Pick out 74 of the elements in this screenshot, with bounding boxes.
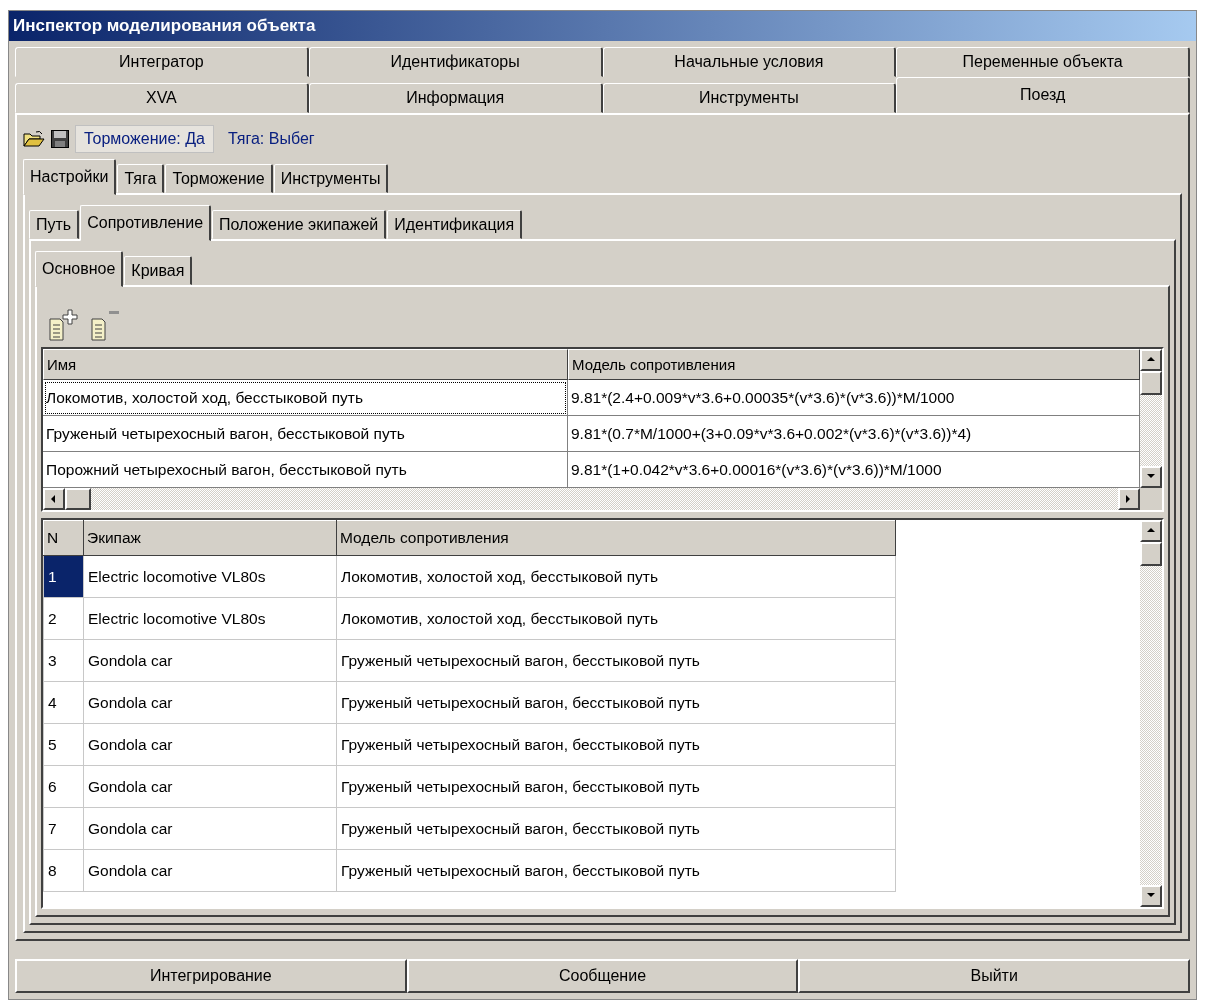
tab[interactable]: Начальные условия [602,47,897,77]
column-header[interactable]: Модель сопротивления [568,349,1140,380]
table-cell[interactable]: Локомотив, холостой ход, бесстыковой путь [43,380,568,416]
tab[interactable]: Инструменты [602,83,897,113]
row-number[interactable]: 2 [43,597,84,640]
tab[interactable]: XVA [15,83,309,113]
table-cell: Локомотив, холостой ход, бесстыковой путь [336,597,896,640]
column-header[interactable]: Экипаж [83,520,337,556]
scrollbar-corner [1140,488,1162,510]
table-cell: Груженый четырехосный вагон, бесстыковой путь [336,765,896,808]
table-cell: Gondola car [83,681,337,724]
open-folder-icon[interactable] [23,130,45,148]
scroll-down-button[interactable] [1140,466,1162,488]
scroll-up-button[interactable] [1140,349,1162,371]
remove-document-icon[interactable] [91,309,121,341]
table-cell: Груженый четырехосный вагон, бесстыковой путь [336,681,896,724]
table-cell: Груженый четырехосный вагон, бесстыковой путь [336,849,896,892]
scrollbar-thumb[interactable] [65,488,91,510]
scroll-up-button[interactable] [1140,520,1162,542]
table-cell[interactable]: Груженый четырехосный вагон, бесстыковой путь [43,416,568,452]
column-header[interactable]: N [43,520,84,556]
tab[interactable]: Основное [35,251,124,287]
tab[interactable]: Кривая [124,256,193,285]
status-label: Тяга: Выбег [226,129,316,149]
row-number[interactable]: 3 [43,639,84,682]
table-cell: Gondola car [83,639,337,682]
vertical-scrollbar[interactable] [1140,349,1162,488]
table-cell: Gondola car [83,765,337,808]
tab[interactable]: Сопротивление [80,205,212,241]
table-cell: Груженый четырехосный вагон, бесстыковой путь [336,639,896,682]
vertical-scrollbar[interactable] [1140,520,1162,907]
window-title: Инспектор моделирования объекта [9,11,1196,41]
tab[interactable]: Идентификация [387,210,523,239]
tab[interactable]: Положение экипажей [212,210,387,239]
table-cell: Груженый четырехосный вагон, бесстыковой путь [336,807,896,850]
table-cell: Gondola car [83,807,337,850]
scroll-down-button[interactable] [1140,885,1162,907]
status-label: Торможение: Да [75,125,214,153]
action-button[interactable]: Сообщение [406,959,799,993]
tab[interactable]: Настройки [23,159,117,195]
tab[interactable]: Идентификаторы [308,47,603,77]
row-number[interactable]: 4 [43,681,84,724]
add-document-icon[interactable] [49,309,79,341]
tab[interactable]: Интегратор [15,47,309,77]
action-button[interactable]: Выйти [798,959,1190,993]
table-cell: 9.81*(2.4+0.009*v*3.6+0.00035*(v*3.6)*(v*3.6))*M/1000 [568,380,1140,416]
tab[interactable]: Путь [29,210,80,239]
scroll-right-button[interactable] [1118,488,1140,510]
table-cell: Gondola car [83,849,337,892]
row-number[interactable]: 6 [43,765,84,808]
tab[interactable]: Информация [308,83,603,113]
table-cell: Груженый четырехосный вагон, бесстыковой путь [336,723,896,766]
tab[interactable]: Тяга [117,164,165,193]
column-header[interactable]: Модель сопротивления [336,520,896,556]
table-cell: 9.81*(0.7*M/1000+(3+0.09*v*3.6+0.002*(v*3.6)*(v*3.6))*4) [568,416,1140,452]
tab[interactable]: Переменные объекта [896,47,1190,77]
tab[interactable]: Инструменты [273,164,389,193]
tab[interactable]: Торможение [165,164,273,193]
table-cell: Electric locomotive VL80s [83,555,337,598]
action-button[interactable]: Интегрирование [15,959,407,993]
table-cell: Gondola car [83,723,337,766]
tab[interactable]: Поезд [896,77,1190,113]
table-cell: Electric locomotive VL80s [83,597,337,640]
row-number[interactable]: 7 [43,807,84,850]
row-number[interactable]: 8 [43,849,84,892]
scrollbar-thumb[interactable] [1140,371,1162,395]
column-header[interactable]: Имя [43,349,568,380]
row-number[interactable]: 1 [43,555,84,598]
save-icon[interactable] [51,130,69,148]
row-number[interactable]: 5 [43,723,84,766]
horizontal-scrollbar[interactable] [43,488,1162,510]
scrollbar-thumb[interactable] [1140,542,1162,566]
scroll-left-button[interactable] [43,488,65,510]
table-cell: Локомотив, холостой ход, бесстыковой путь [336,555,896,598]
